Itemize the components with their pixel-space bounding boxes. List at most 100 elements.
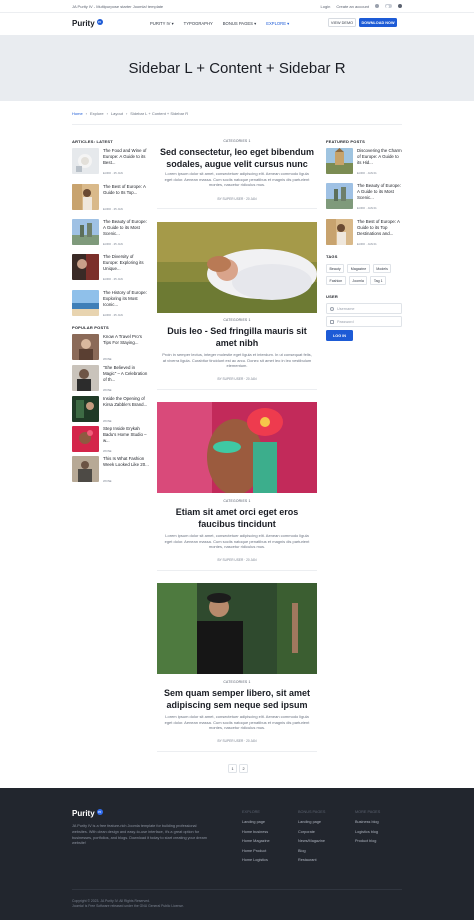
- popular-post-item[interactable]: Know A Travel Pro's Tips For Staying... …: [72, 334, 147, 362]
- footer-link[interactable]: Home Product: [242, 849, 270, 853]
- latest-article-item[interactable]: The Diversity of Europe: Exploring its U…: [72, 254, 147, 282]
- article-category[interactable]: CATEGORIES 1: [157, 139, 317, 143]
- latest-article-item[interactable]: The Beauty of Europe: A Guide to its Mos…: [72, 219, 147, 247]
- footer-logo[interactable]: Purity IV: [72, 808, 103, 818]
- password-field[interactable]: Password: [326, 316, 402, 327]
- popular-post-item[interactable]: Step Inside Erykah Badu's Home Studio – …: [72, 426, 147, 454]
- article-byline: BY SUPER USER · 20 JAN: [217, 558, 257, 562]
- article-title[interactable]: The Diversity of Europe: Exploring its U…: [103, 254, 149, 271]
- page-1-button[interactable]: 1: [228, 764, 237, 773]
- post-title[interactable]: Step Inside Erykah Badu's Home Studio – …: [103, 426, 149, 443]
- username-placeholder: Username: [337, 306, 355, 311]
- post-title[interactable]: The Best of Europe: A Guide to its Top D…: [357, 219, 403, 236]
- sun-icon[interactable]: [375, 4, 379, 8]
- post-title[interactable]: "She Believed in Magic" – A Celebration …: [103, 365, 149, 382]
- post-thumbnail: [72, 426, 99, 452]
- article-category[interactable]: CATEGORIES 1: [157, 680, 317, 684]
- article-category[interactable]: CATEGORIES 1: [157, 318, 317, 322]
- latest-article-item[interactable]: The History of Europe: Exploring its Mos…: [72, 290, 147, 318]
- footer-logo-badge: IV: [96, 808, 103, 815]
- footer-link[interactable]: Corporate: [298, 830, 325, 834]
- footer-link[interactable]: Blog: [298, 849, 325, 853]
- lock-icon: [330, 319, 334, 324]
- breadcrumb-separator: ›: [125, 111, 128, 116]
- breadcrumb-layout[interactable]: Layout: [111, 111, 123, 116]
- article-thumbnail: [72, 219, 99, 245]
- article-title[interactable]: The History of Europe: Exploring its Mos…: [103, 290, 149, 307]
- moon-icon[interactable]: [398, 4, 402, 8]
- nav-item-purity-iv[interactable]: PURITY IV ▾: [150, 21, 174, 26]
- footer-link[interactable]: Product blog: [355, 839, 380, 843]
- login-button[interactable]: LOG IN: [326, 330, 353, 341]
- breadcrumb-separator: ›: [106, 111, 108, 116]
- footer-link[interactable]: Home Magazine: [242, 839, 270, 843]
- post-title[interactable]: Inside the Opening of Kirsa Zabble's Bra…: [103, 396, 149, 408]
- footer-link[interactable]: Home business: [242, 830, 270, 834]
- create-account-link[interactable]: Create an account: [336, 4, 369, 9]
- post-title[interactable]: The Beauty of Europe: A Guide to its Mos…: [357, 183, 403, 200]
- footer-link[interactable]: Landing page: [242, 820, 270, 824]
- post-meta: EURO · JAN 01: [357, 171, 377, 175]
- tag-models[interactable]: Models: [372, 264, 392, 273]
- article-image[interactable]: [157, 583, 317, 674]
- tag-joomla[interactable]: Joomla: [348, 276, 368, 285]
- tag-cloud: Beauty Magazine Models Fashion Joomla Ta…: [326, 264, 402, 285]
- logo-badge: IV: [96, 18, 103, 25]
- pagination: 1 2: [228, 764, 248, 773]
- featured-post-item[interactable]: Discovering the Charm of Europe: A Guide…: [326, 148, 402, 178]
- featured-post-item[interactable]: The Best of Europe: A Guide to its Top D…: [326, 219, 402, 249]
- footer-link[interactable]: Logistics blog: [355, 830, 380, 834]
- article-title[interactable]: The Best of Europe: A Guide to Its Top..…: [103, 184, 149, 196]
- article-heading[interactable]: Duis leo - Sed fringilla mauris sit amet…: [157, 325, 317, 349]
- post-title[interactable]: Know A Travel Pro's Tips For Staying...: [103, 334, 149, 346]
- article-thumbnail: [72, 148, 99, 174]
- tag-beauty[interactable]: Beauty: [326, 264, 345, 273]
- article-category[interactable]: CATEGORIES 1: [157, 499, 317, 503]
- divider: [157, 751, 317, 752]
- article-meta: EURO · 25 JAN: [103, 313, 123, 317]
- article-byline: BY SUPER USER · 20 JAN: [217, 197, 257, 201]
- tag-1[interactable]: Tag 1: [370, 276, 387, 285]
- tag-magazine[interactable]: Magazine: [347, 264, 370, 273]
- login-link[interactable]: Login: [321, 4, 331, 9]
- footer-link[interactable]: Home Logistics: [242, 858, 270, 862]
- nav-item-explore[interactable]: EXPLORE ▾: [266, 21, 289, 26]
- site-footer: Purity IV JA Purity IV is a free feature…: [0, 788, 474, 920]
- latest-article-item[interactable]: The Best of Europe: A Guide to Its Top..…: [72, 184, 147, 212]
- nav-item-bonus-pages[interactable]: BONUS PAGES ▾: [223, 21, 256, 26]
- footer-link[interactable]: Business blog: [355, 820, 380, 824]
- nav-item-typography[interactable]: TYPOGRAPHY: [184, 21, 213, 26]
- article-heading[interactable]: Sem quam semper libero, sit amet adipisc…: [157, 687, 317, 711]
- footer-link[interactable]: Landing page: [298, 820, 325, 824]
- article-heading[interactable]: Etiam sit amet orci eget eros faucibus t…: [157, 506, 317, 530]
- featured-post-item[interactable]: The Beauty of Europe: A Guide to its Mos…: [326, 183, 402, 213]
- tag-fashion[interactable]: Fashion: [326, 276, 346, 285]
- download-now-button[interactable]: DOWNLOAD NOW: [359, 18, 397, 27]
- popular-post-item[interactable]: This Is What Fashion Week Looked Like 20…: [72, 456, 149, 484]
- footer-link[interactable]: Restaurant: [298, 858, 325, 862]
- latest-article-item[interactable]: The Food and Wine of Europe: A Guide to …: [72, 148, 147, 176]
- theme-toggle[interactable]: [385, 4, 392, 8]
- post-title[interactable]: This Is What Fashion Week Looked Like 20…: [103, 456, 149, 468]
- breadcrumb-explore[interactable]: Explore: [90, 111, 104, 116]
- page-2-button[interactable]: 2: [239, 764, 248, 773]
- site-logo[interactable]: Purity IV: [72, 18, 103, 28]
- article-image[interactable]: [157, 402, 317, 493]
- article-excerpt: Proin in semper lectus, integer molestie…: [162, 352, 312, 369]
- footer-description: JA Purity IV is a free feature-rich Joom…: [72, 824, 207, 846]
- article-thumbnail: [72, 254, 99, 280]
- username-field[interactable]: Username: [326, 303, 402, 314]
- article-title[interactable]: The Food and Wine of Europe: A Guide to …: [103, 148, 149, 165]
- post-thumbnail: [326, 183, 353, 209]
- footer-column-heading: EXPLORE: [242, 810, 260, 814]
- view-demo-button[interactable]: VIEW DEMO: [328, 18, 356, 27]
- popular-post-item[interactable]: Inside the Opening of Kirsa Zabble's Bra…: [72, 396, 147, 424]
- popular-post-item[interactable]: "She Believed in Magic" – A Celebration …: [72, 365, 147, 393]
- article-image[interactable]: [157, 222, 317, 313]
- post-title[interactable]: Discovering the Charm of Europe: A Guide…: [357, 148, 403, 165]
- top-links: Login Create an account: [321, 4, 402, 9]
- article-heading[interactable]: Sed consectetur, leo eget bibendum sodal…: [157, 146, 317, 170]
- breadcrumb-home[interactable]: Home: [72, 111, 83, 116]
- article-title[interactable]: The Beauty of Europe: A Guide to its Mos…: [103, 219, 149, 236]
- footer-link[interactable]: News/Magazine: [298, 839, 325, 843]
